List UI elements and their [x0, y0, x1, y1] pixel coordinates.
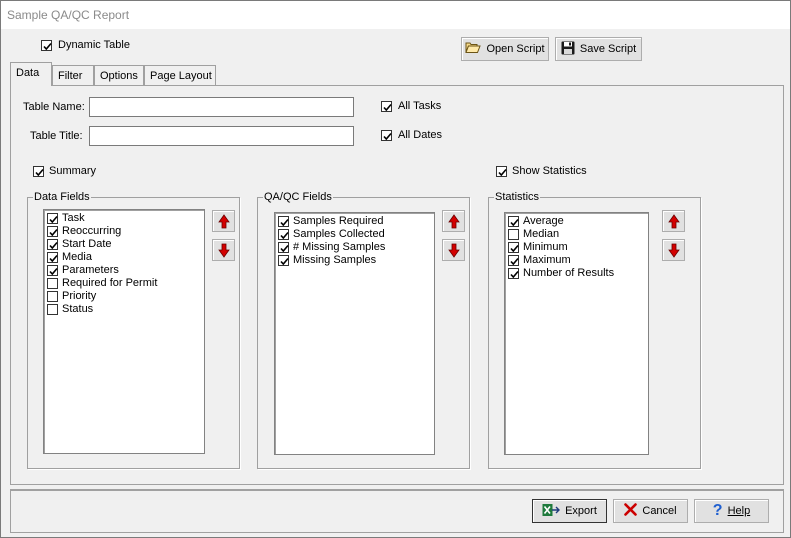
statistics-move-down-button[interactable]: [662, 239, 685, 261]
table-title-input[interactable]: [89, 126, 354, 146]
list-item-label: Media: [62, 251, 92, 263]
cancel-button[interactable]: Cancel: [613, 499, 688, 523]
report-dialog: Sample QA/QC Report Dynamic Table Open S…: [0, 0, 791, 538]
qaqc-fields-list[interactable]: Samples Required Samples Collected # Missi…: [274, 212, 435, 455]
list-item-label: Status: [62, 303, 94, 315]
list-item-label: Samples Collected: [293, 228, 385, 240]
summary-checkbox[interactable]: [33, 166, 44, 177]
table-name-input[interactable]: [89, 97, 354, 117]
list-item-checkbox[interactable]: [508, 268, 519, 279]
save-script-label: Save Script: [579, 43, 637, 55]
list-item-checkbox[interactable]: [47, 239, 58, 250]
tab-filter[interactable]: Filter: [52, 65, 94, 85]
qaqc-fields-move-up-button[interactable]: [442, 210, 465, 232]
window-title: Sample QA/QC Report: [7, 8, 130, 22]
list-item-checkbox[interactable]: [47, 213, 58, 224]
summary-label: Summary: [49, 165, 97, 177]
title-bar: Sample QA/QC Report: [1, 1, 790, 29]
dynamic-table-checkbox[interactable]: [41, 40, 52, 51]
list-item-checkbox[interactable]: [47, 252, 58, 263]
arrow-up-icon: [218, 214, 230, 229]
list-item-checkbox[interactable]: [47, 226, 58, 237]
dynamic-table-label: Dynamic Table: [58, 39, 130, 51]
all-tasks-checkbox[interactable]: [381, 101, 392, 112]
table-name-label: Table Name:: [23, 101, 85, 113]
statistics-list[interactable]: Average Median Minimum Maximum Number of Res…: [504, 212, 649, 455]
data-fields-move-down-button[interactable]: [212, 239, 235, 261]
list-item-label: Parameters: [62, 264, 119, 276]
list-item-label: Task: [62, 212, 85, 224]
tab-options-label: Options: [100, 70, 138, 82]
list-item-label: Average: [523, 215, 564, 227]
arrow-up-icon: [668, 214, 680, 229]
list-item-label: Samples Required: [293, 215, 384, 227]
list-item-checkbox[interactable]: [508, 229, 519, 240]
arrow-down-icon: [668, 243, 680, 258]
all-dates-label: All Dates: [398, 129, 443, 141]
list-item-checkbox[interactable]: [278, 242, 289, 253]
list-item-checkbox[interactable]: [47, 291, 58, 302]
list-item-checkbox[interactable]: [278, 229, 289, 240]
tab-options[interactable]: Options: [94, 65, 144, 85]
export-icon: [542, 503, 561, 520]
list-item-label: Missing Samples: [293, 254, 377, 266]
open-script-button[interactable]: Open Script: [461, 37, 549, 61]
list-item-label: Start Date: [62, 238, 112, 250]
export-button[interactable]: Export: [532, 499, 607, 523]
list-item-checkbox[interactable]: [47, 304, 58, 315]
arrow-down-icon: [218, 243, 230, 258]
tab-page-layout-label: Page Layout: [150, 70, 212, 82]
list-item-label: # Missing Samples: [293, 241, 386, 253]
tab-data[interactable]: Data: [10, 62, 52, 86]
qaqc-fields-title: QA/QC Fields: [263, 191, 333, 203]
list-item-label: Reoccurring: [62, 225, 122, 237]
folder-open-icon: [465, 41, 482, 57]
data-fields-list[interactable]: Task Reoccurring Start Date Media Parameters…: [43, 209, 205, 454]
help-label: Help: [727, 505, 751, 517]
list-item-checkbox[interactable]: [508, 216, 519, 227]
show-statistics-label: Show Statistics: [512, 165, 587, 177]
table-title-label: Table Title:: [30, 130, 83, 142]
list-item-checkbox[interactable]: [278, 216, 289, 227]
open-script-label: Open Script: [486, 43, 545, 55]
tab-data-label: Data: [16, 67, 40, 79]
export-label: Export: [565, 505, 597, 517]
arrow-up-icon: [448, 214, 460, 229]
statistics-title: Statistics: [494, 191, 541, 203]
list-item-label: Minimum: [523, 241, 568, 253]
list-item-label: Required for Permit: [62, 277, 158, 289]
list-item-checkbox[interactable]: [508, 255, 519, 266]
qaqc-fields-move-down-button[interactable]: [442, 239, 465, 261]
list-item-checkbox[interactable]: [47, 265, 58, 276]
all-tasks-label: All Tasks: [398, 100, 442, 112]
arrow-down-icon: [448, 243, 460, 258]
list-item-checkbox[interactable]: [278, 255, 289, 266]
list-item-checkbox[interactable]: [47, 278, 58, 289]
save-script-button[interactable]: Save Script: [555, 37, 642, 61]
list-item-label: Number of Results: [523, 267, 615, 279]
all-dates-checkbox[interactable]: [381, 130, 392, 141]
help-question-icon: ?: [712, 502, 723, 519]
list-item-checkbox[interactable]: [508, 242, 519, 253]
cancel-x-icon: [624, 503, 638, 519]
data-fields-move-up-button[interactable]: [212, 210, 235, 232]
list-item-label: Maximum: [523, 254, 571, 266]
floppy-disk-icon: [561, 41, 575, 58]
list-item-label: Priority: [62, 290, 97, 302]
tab-filter-label: Filter: [58, 70, 83, 82]
statistics-move-up-button[interactable]: [662, 210, 685, 232]
cancel-label: Cancel: [642, 505, 677, 517]
tab-page-layout[interactable]: Page Layout: [144, 65, 216, 85]
help-button[interactable]: ? Help: [694, 499, 769, 523]
data-fields-title: Data Fields: [33, 191, 91, 203]
list-item-label: Median: [523, 228, 560, 240]
show-statistics-checkbox[interactable]: [496, 166, 507, 177]
